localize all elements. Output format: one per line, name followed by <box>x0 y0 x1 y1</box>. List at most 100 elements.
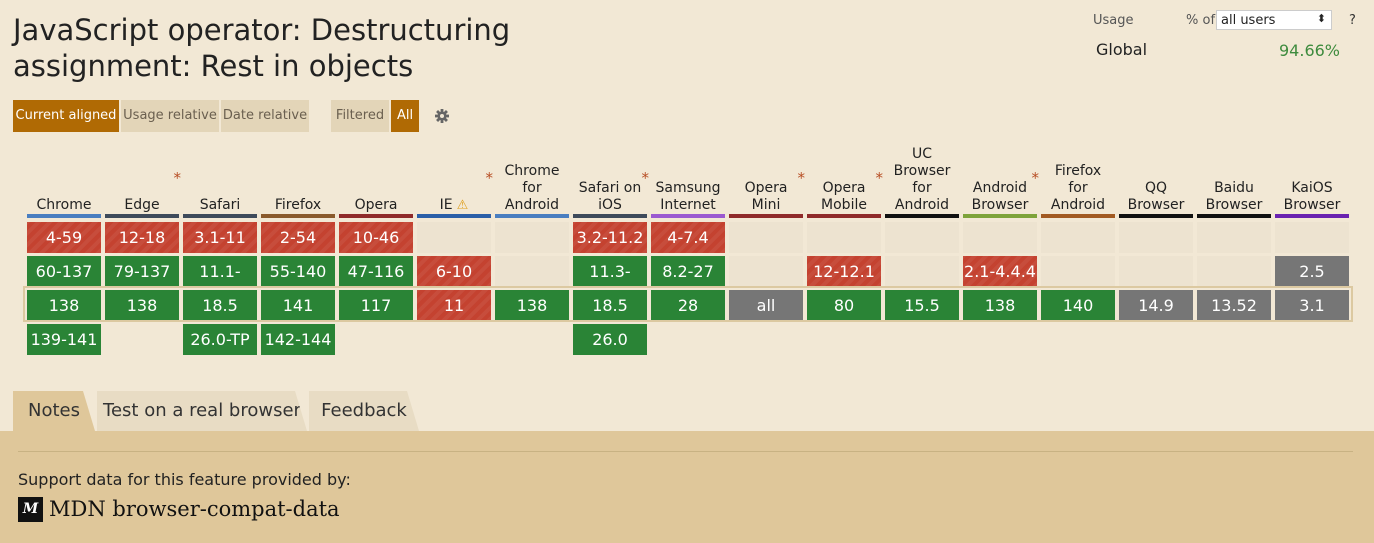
support-cell-uc-browser-for-android <box>885 256 959 287</box>
usage-relative-button[interactable]: Usage relative <box>121 100 219 132</box>
support-cell-chrome[interactable]: 4-59 <box>27 222 101 253</box>
support-cell-edge[interactable]: 79-137 <box>105 256 179 287</box>
support-cell-firefox[interactable]: 142-144 <box>261 324 335 355</box>
browser-name: Chrome for Android <box>504 163 560 213</box>
support-cell-firefox[interactable]: 55-140 <box>261 256 335 287</box>
browser-name: Firefox <box>274 197 322 213</box>
browser-header-safari: Safari <box>183 140 257 214</box>
browser-header-edge: Edge * <box>105 140 182 214</box>
support-cell-safari-on-ios[interactable]: 26.0 <box>573 324 647 355</box>
browser-header-opera-mobile: Opera Mobile * <box>807 140 884 214</box>
support-cell-chrome[interactable]: 60-137 <box>27 256 101 287</box>
support-cell-firefox[interactable]: 2-54 <box>261 222 335 253</box>
support-cell-kaios-browser[interactable]: 2.5 <box>1275 256 1349 287</box>
support-cell-opera-mobile[interactable]: 12-12.1 <box>807 256 881 287</box>
mdn-link[interactable]: M MDN browser-compat-data <box>18 496 340 522</box>
support-cell-opera-mini <box>729 256 803 287</box>
browser-color-bar <box>261 214 335 218</box>
support-cell-baidu-browser <box>1197 256 1271 287</box>
support-cell-edge[interactable]: 12-18 <box>105 222 179 253</box>
support-cell-chrome[interactable]: 139-141 <box>27 324 101 355</box>
browser-header-baidu-browser: Baidu Browser <box>1197 140 1271 214</box>
note-asterisk-icon[interactable]: * <box>174 170 182 187</box>
current-aligned-button[interactable]: Current aligned <box>13 100 119 132</box>
note-asterisk-icon[interactable]: * <box>798 170 806 187</box>
browser-name: Opera Mobile <box>821 180 867 213</box>
browser-header-uc-browser-for-android: UC Browser for Android <box>885 140 959 214</box>
browser-color-bar <box>1041 214 1115 218</box>
warning-icon: ⚠ <box>456 198 469 213</box>
tab-feedback[interactable]: Feedback <box>309 391 419 431</box>
notes-panel: Support data for this feature provided b… <box>0 431 1374 543</box>
select-arrows-icon: ⬍ <box>1316 12 1326 25</box>
support-cell-ie[interactable]: 6-10 <box>417 256 491 287</box>
support-cell-opera[interactable]: 47-116 <box>339 256 413 287</box>
browser-name: Opera Mini <box>744 180 788 213</box>
browser-name: IE <box>439 197 453 213</box>
browser-color-bar <box>729 214 803 218</box>
tab-notes[interactable]: Notes <box>13 391 95 431</box>
support-cell-baidu-browser <box>1197 222 1271 253</box>
browser-color-bar <box>495 214 569 218</box>
browser-color-bar <box>1275 214 1349 218</box>
browser-color-bar <box>27 214 101 218</box>
support-cell-qq-browser <box>1119 222 1193 253</box>
support-cell-safari[interactable]: 3.1-11 <box>183 222 257 253</box>
note-asterisk-icon[interactable]: * <box>876 170 884 187</box>
browser-name: UC Browser for Android <box>893 146 951 213</box>
support-cell-samsung-internet[interactable]: 4-7.4 <box>651 222 725 253</box>
support-cell-safari-on-ios[interactable]: 3.2-11.2 <box>573 222 647 253</box>
browser-header-opera: Opera <box>339 140 413 214</box>
tab-test-real-browser[interactable]: Test on a real browser <box>97 391 307 431</box>
date-relative-button[interactable]: Date relative <box>221 100 309 132</box>
filtered-button[interactable]: Filtered <box>331 100 389 132</box>
browser-name: Opera <box>354 197 398 213</box>
browser-header-kaios-browser: KaiOS Browser <box>1275 140 1349 214</box>
browser-name: Android Browser <box>971 180 1029 213</box>
support-cell-uc-browser-for-android <box>885 222 959 253</box>
usage-scope-select[interactable]: all users ⬍ <box>1216 10 1332 30</box>
support-cell-opera-mobile <box>807 222 881 253</box>
support-cell-safari[interactable]: 26.0-TP <box>183 324 257 355</box>
usage-scope-value: all users <box>1221 13 1276 28</box>
current-version-row-highlight <box>23 286 1353 322</box>
browser-color-bar <box>1119 214 1193 218</box>
browser-color-bar <box>885 214 959 218</box>
browser-name: Firefox for Android <box>1050 163 1106 213</box>
browser-color-bar <box>573 214 647 218</box>
support-cell-samsung-internet[interactable]: 8.2-27 <box>651 256 725 287</box>
percent-of-label: % of <box>1186 13 1216 28</box>
usage-label: Usage <box>1093 13 1134 28</box>
browser-name: Samsung Internet <box>655 180 721 213</box>
support-cell-opera[interactable]: 10-46 <box>339 222 413 253</box>
browser-name: QQ Browser <box>1127 180 1185 213</box>
browser-header-chrome-for-android: Chrome for Android <box>495 140 569 214</box>
support-cell-firefox-for-android <box>1041 222 1115 253</box>
page-title: JavaScript operator: Destructuring assig… <box>13 13 511 83</box>
settings-gear-icon[interactable] <box>432 106 452 126</box>
browser-color-bar <box>105 214 179 218</box>
browser-header-chrome: Chrome <box>27 140 101 214</box>
note-asterisk-icon[interactable]: * <box>642 170 650 187</box>
browser-name: Chrome <box>36 197 92 213</box>
browser-header-samsung-internet: Samsung Internet <box>651 140 725 214</box>
support-cell-safari-on-ios[interactable]: 11.3-18.4 <box>573 256 647 312</box>
note-asterisk-icon[interactable]: * <box>486 170 494 187</box>
browser-header-firefox: Firefox <box>261 140 335 214</box>
browser-color-bar <box>417 214 491 218</box>
browser-color-bar <box>183 214 257 218</box>
global-label: Global <box>1096 40 1148 59</box>
browser-header-ie: IE ⚠ * <box>417 140 494 214</box>
mdn-logo-icon: M <box>18 496 43 522</box>
support-cell-chrome-for-android <box>495 222 569 253</box>
support-cell-kaios-browser <box>1275 222 1349 253</box>
help-icon[interactable]: ? <box>1349 13 1356 28</box>
browser-header-safari-on-ios: Safari on iOS * <box>573 140 650 214</box>
browser-name: Safari <box>199 197 241 213</box>
support-cell-safari[interactable]: 11.1-18.4 <box>183 256 257 312</box>
all-button[interactable]: All <box>391 100 419 132</box>
browser-color-bar <box>1197 214 1271 218</box>
browser-name: Safari on iOS <box>578 180 642 213</box>
note-asterisk-icon[interactable]: * <box>1032 170 1040 187</box>
support-cell-android-browser[interactable]: 2.1-4.4.4 <box>963 256 1037 287</box>
